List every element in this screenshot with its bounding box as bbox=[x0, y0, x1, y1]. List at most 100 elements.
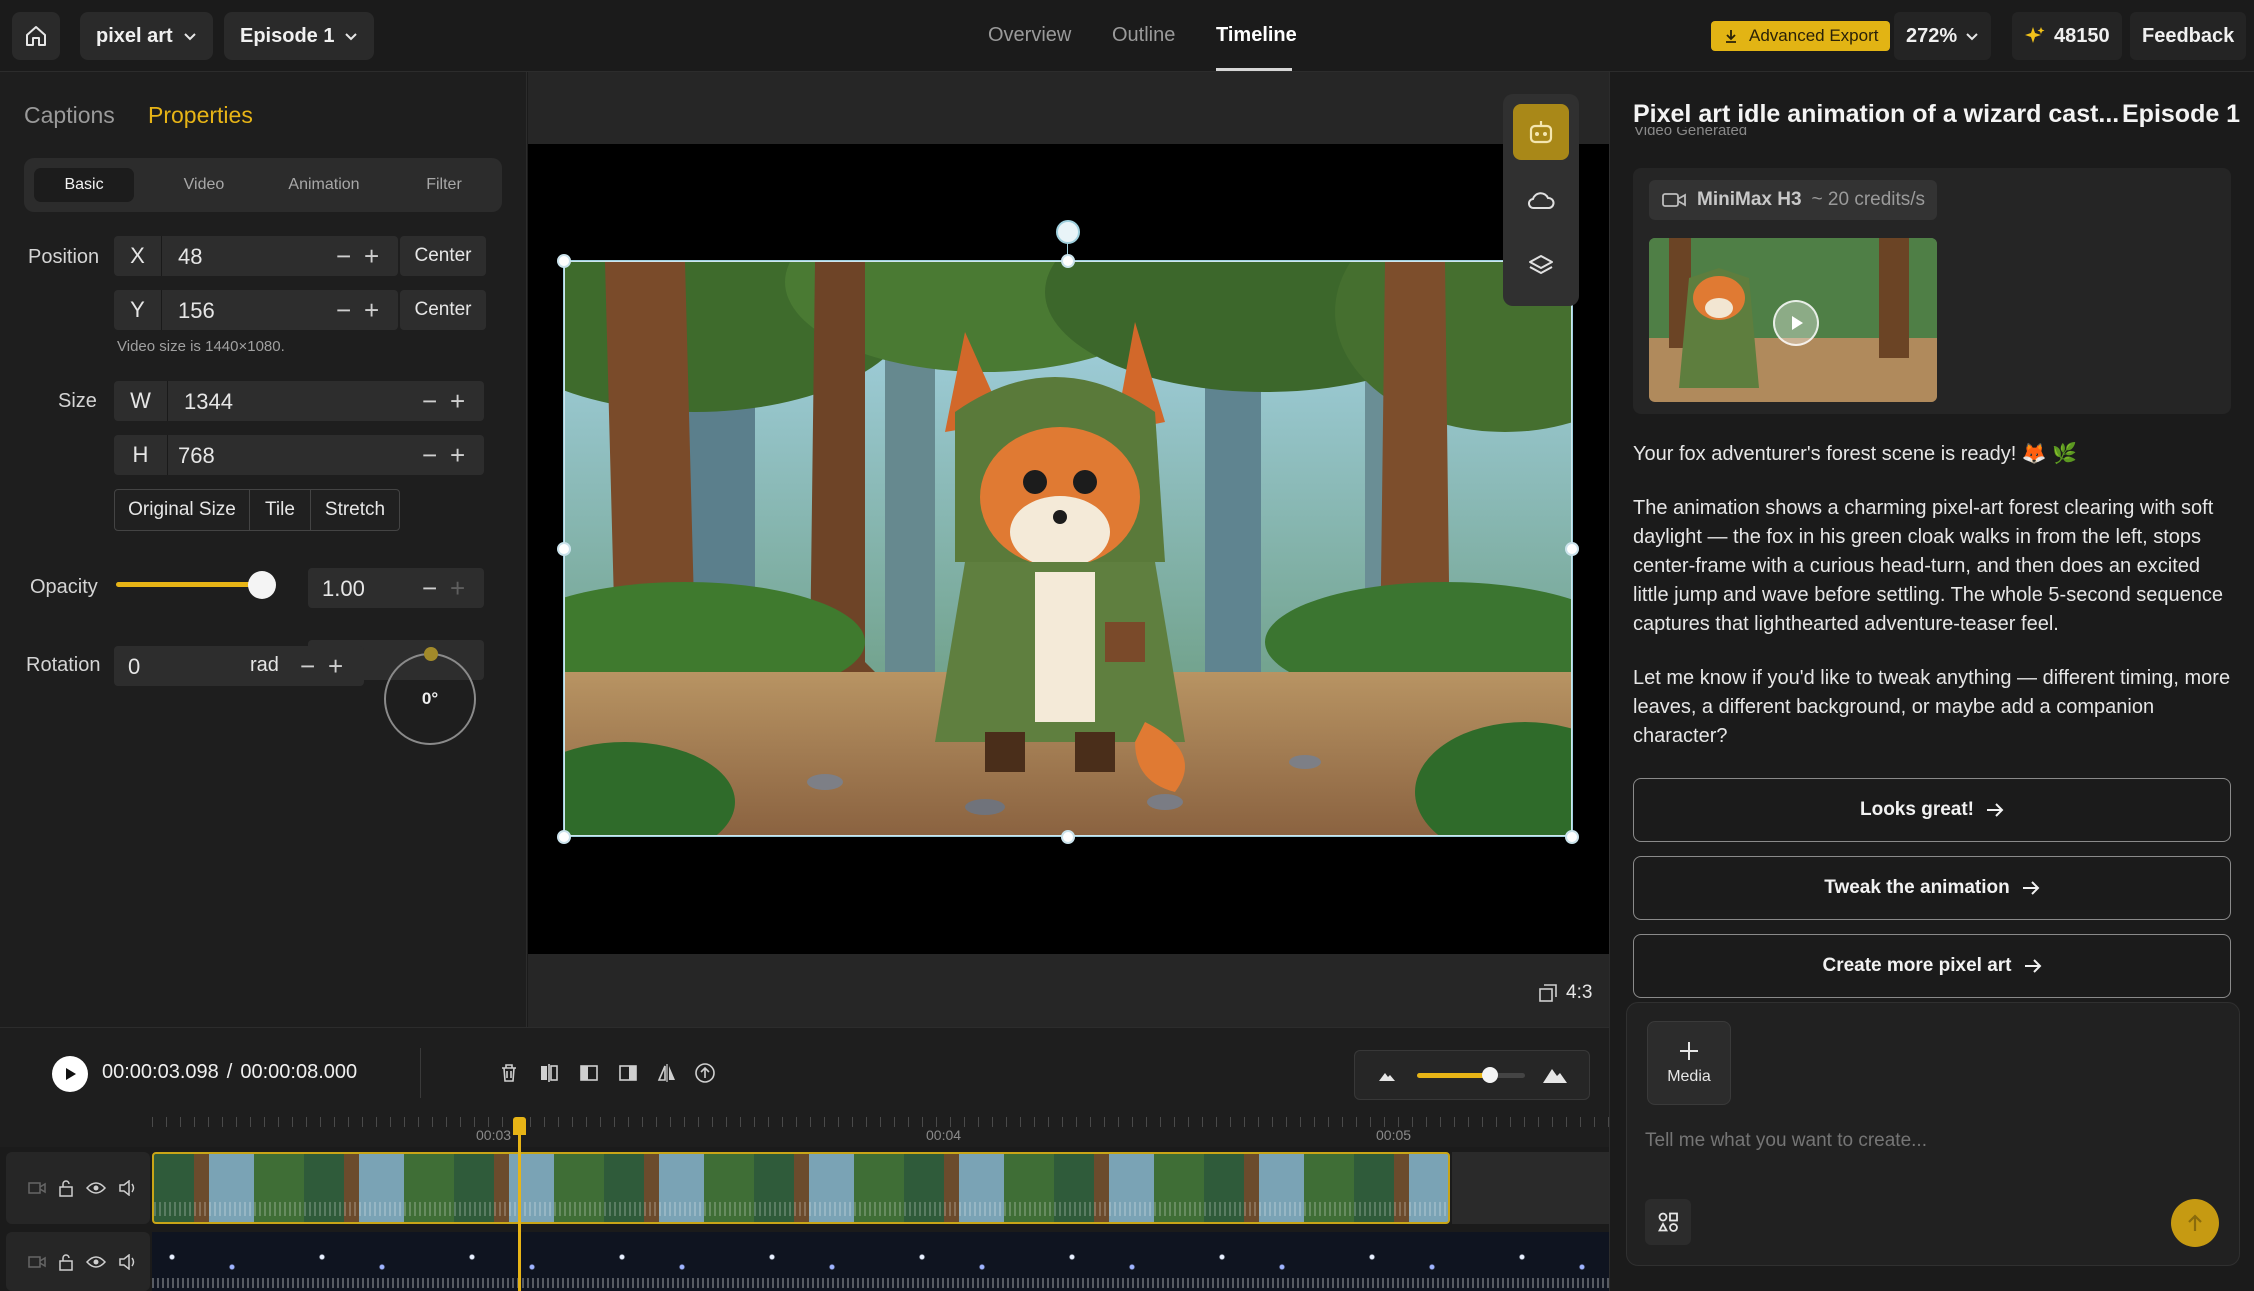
speaker-icon[interactable] bbox=[118, 1253, 138, 1270]
speaker-icon[interactable] bbox=[118, 1180, 138, 1196]
resize-handle-mr[interactable] bbox=[1565, 542, 1579, 556]
playhead-marker[interactable] bbox=[513, 1117, 527, 1135]
timeline-ruler[interactable]: 00:03 00:04 00:05 bbox=[0, 1117, 1609, 1147]
project-dropdown[interactable]: pixel art bbox=[80, 12, 213, 60]
video-camera-icon[interactable] bbox=[28, 1255, 46, 1269]
flip-button[interactable] bbox=[656, 1062, 678, 1084]
decrement-button[interactable]: − bbox=[336, 236, 351, 276]
size-h-field[interactable]: H 768 − + bbox=[114, 435, 484, 475]
subtab-filter[interactable]: Filter bbox=[394, 168, 494, 202]
center-y-button[interactable]: Center bbox=[400, 290, 486, 330]
overlay-clip[interactable] bbox=[152, 1232, 1609, 1291]
trim-left-button[interactable] bbox=[578, 1062, 600, 1084]
delete-button[interactable] bbox=[498, 1062, 520, 1084]
cloud-button[interactable] bbox=[1513, 172, 1569, 228]
ai-assistant-button[interactable] bbox=[1513, 104, 1569, 160]
playhead[interactable] bbox=[513, 1117, 527, 1291]
send-button[interactable] bbox=[2171, 1199, 2219, 1247]
resize-handle-bl[interactable] bbox=[557, 830, 571, 844]
resize-handle-ml[interactable] bbox=[557, 542, 571, 556]
resize-handle-tl[interactable] bbox=[557, 254, 571, 268]
prompt-input[interactable] bbox=[1645, 1121, 2205, 1161]
tab-overview[interactable]: Overview bbox=[988, 0, 1071, 70]
w-axis-label: W bbox=[114, 381, 168, 421]
stretch-button[interactable]: Stretch bbox=[310, 489, 400, 531]
video-clip[interactable] bbox=[152, 1152, 1450, 1224]
decrement-button[interactable]: − bbox=[336, 290, 351, 330]
suggestion-create-more[interactable]: Create more pixel art bbox=[1633, 934, 2231, 998]
upload-button[interactable] bbox=[694, 1062, 716, 1084]
size-w-value[interactable]: 1344 bbox=[184, 389, 233, 415]
feedback-button[interactable]: Feedback bbox=[2130, 12, 2247, 60]
unlock-icon[interactable] bbox=[58, 1253, 74, 1271]
tab-properties[interactable]: Properties bbox=[148, 102, 253, 129]
position-y-value[interactable]: 156 bbox=[178, 298, 215, 324]
video-preview-image[interactable] bbox=[564, 261, 1572, 836]
tab-captions[interactable]: Captions bbox=[24, 102, 115, 129]
credits-badge[interactable]: 48150 bbox=[2012, 12, 2122, 60]
tab-timeline[interactable]: Timeline bbox=[1216, 0, 1297, 70]
position-y-field[interactable]: Y 156 − + bbox=[114, 290, 398, 330]
decrement-button[interactable]: − bbox=[300, 646, 315, 686]
decrement-button[interactable]: − bbox=[422, 435, 437, 475]
increment-button[interactable]: + bbox=[450, 381, 465, 421]
size-w-field[interactable]: W 1344 − + bbox=[114, 381, 484, 421]
subtab-animation[interactable]: Animation bbox=[274, 168, 374, 202]
increment-button[interactable]: + bbox=[450, 568, 465, 608]
subtab-video[interactable]: Video bbox=[154, 168, 254, 202]
increment-button[interactable]: + bbox=[364, 290, 379, 330]
video-thumbnail[interactable] bbox=[1649, 238, 1937, 402]
zoom-in-icon[interactable] bbox=[1541, 1063, 1569, 1085]
home-button[interactable] bbox=[12, 12, 60, 60]
arrow-right-icon bbox=[1986, 802, 2004, 818]
center-x-button[interactable]: Center bbox=[400, 236, 486, 276]
chat-title: Pixel art idle animation of a wizard cas… bbox=[1633, 100, 2120, 128]
play-button[interactable] bbox=[52, 1056, 88, 1092]
tile-button[interactable]: Tile bbox=[249, 489, 311, 531]
suggestion-tweak-animation[interactable]: Tweak the animation bbox=[1633, 856, 2231, 920]
resize-handle-br[interactable] bbox=[1565, 830, 1579, 844]
episode-dropdown[interactable]: Episode 1 bbox=[224, 12, 375, 60]
trim-right-button[interactable] bbox=[617, 1062, 639, 1084]
rotate-handle[interactable] bbox=[1056, 220, 1080, 244]
decrement-button[interactable]: − bbox=[422, 381, 437, 421]
zoom-slider-thumb[interactable] bbox=[1482, 1067, 1499, 1083]
subtab-basic[interactable]: Basic bbox=[34, 168, 134, 202]
layers-button[interactable] bbox=[1513, 238, 1569, 294]
opacity-value[interactable]: 1.00 bbox=[322, 576, 365, 602]
add-media-button[interactable]: Media bbox=[1647, 1021, 1731, 1105]
eye-icon[interactable] bbox=[86, 1181, 106, 1195]
zoom-out-icon[interactable] bbox=[1377, 1067, 1397, 1083]
aspect-ratio-button[interactable]: 4:3 bbox=[1538, 982, 1592, 1004]
increment-button[interactable]: + bbox=[364, 236, 379, 276]
position-x-field[interactable]: X 48 − + bbox=[114, 236, 398, 276]
original-size-button[interactable]: Original Size bbox=[114, 489, 250, 531]
split-button[interactable] bbox=[538, 1062, 560, 1084]
rotation-field[interactable]: 0 rad − + bbox=[114, 646, 364, 686]
rotation-value[interactable]: 0 bbox=[128, 654, 140, 680]
dial-knob[interactable] bbox=[424, 647, 438, 661]
opacity-slider[interactable] bbox=[116, 568, 276, 602]
size-h-value[interactable]: 768 bbox=[178, 443, 215, 469]
video-camera-icon[interactable] bbox=[28, 1181, 46, 1195]
rotation-dial[interactable]: 0° bbox=[384, 647, 476, 745]
eye-icon[interactable] bbox=[86, 1255, 106, 1269]
top-bar: pixel art Episode 1 Overview Outline Tim… bbox=[0, 0, 2254, 72]
templates-button[interactable] bbox=[1645, 1199, 1691, 1245]
opacity-value-field[interactable]: 1.00 − + bbox=[308, 568, 484, 608]
zoom-dropdown[interactable]: 272% bbox=[1894, 12, 1992, 60]
unlock-icon[interactable] bbox=[58, 1179, 74, 1197]
increment-button[interactable]: + bbox=[450, 435, 465, 475]
decrement-button[interactable]: − bbox=[422, 568, 437, 608]
advanced-export-button[interactable]: Advanced Export bbox=[1711, 21, 1891, 51]
playback-controls: 00:00:03.098 / 00:00:08.000 bbox=[0, 1027, 1609, 1117]
suggestion-looks-great[interactable]: Looks great! bbox=[1633, 778, 2231, 842]
slider-thumb[interactable] bbox=[248, 571, 276, 599]
resize-handle-tc[interactable] bbox=[1061, 254, 1075, 268]
increment-button[interactable]: + bbox=[328, 646, 343, 686]
resize-handle-bc[interactable] bbox=[1061, 830, 1075, 844]
play-icon[interactable] bbox=[1773, 300, 1819, 346]
tab-outline[interactable]: Outline bbox=[1112, 0, 1175, 70]
position-x-value[interactable]: 48 bbox=[178, 244, 202, 270]
y-axis-label: Y bbox=[114, 290, 162, 330]
